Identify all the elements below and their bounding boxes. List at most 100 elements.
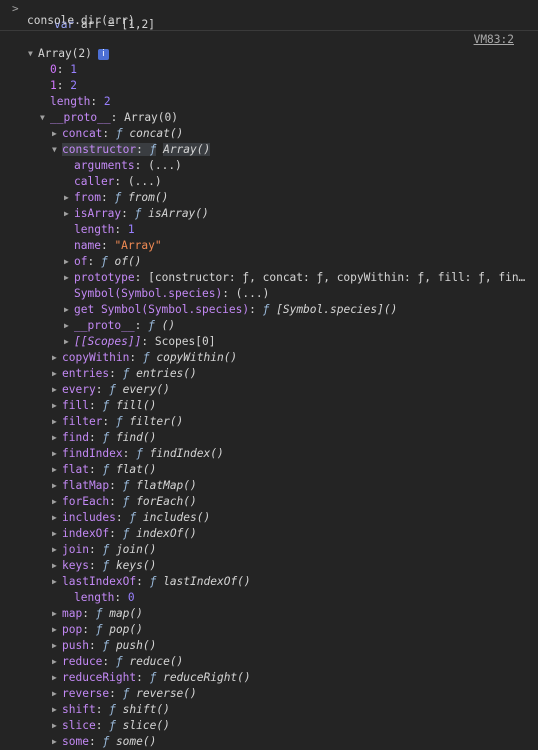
source-link[interactable]: VM83:2 bbox=[474, 33, 514, 46]
expand-right-icon[interactable]: ▶ bbox=[52, 686, 62, 702]
expand-right-icon[interactable]: ▶ bbox=[52, 430, 62, 446]
expand-down-icon[interactable]: ▼ bbox=[40, 110, 50, 126]
tree-row[interactable]: ▶ forEach: ƒ forEach() bbox=[0, 494, 538, 510]
info-icon[interactable]: i bbox=[97, 48, 109, 60]
expand-right-icon[interactable]: ▶ bbox=[52, 462, 62, 478]
separator: : bbox=[88, 543, 103, 556]
tree-row[interactable]: ▶ reduce: ƒ reduce() bbox=[0, 654, 538, 670]
tree-row[interactable]: ▶ copyWithin: ƒ copyWithin() bbox=[0, 350, 538, 366]
tree-row[interactable]: ▶ from: ƒ from() bbox=[0, 190, 538, 206]
expand-right-icon[interactable]: ▶ bbox=[52, 414, 62, 430]
expand-right-icon[interactable]: ▶ bbox=[64, 206, 74, 222]
expand-right-icon[interactable]: ▶ bbox=[52, 718, 62, 734]
tree-row[interactable]: ▼ __proto__: Array(0) bbox=[0, 110, 538, 126]
property-value: [Symbol.species]() bbox=[276, 303, 398, 316]
expand-right-icon[interactable]: ▶ bbox=[52, 446, 62, 462]
tree-row[interactable]: ▶ lastIndexOf: ƒ lastIndexOf() bbox=[0, 574, 538, 590]
tree-row[interactable]: ▶ filter: ƒ filter() bbox=[0, 414, 538, 430]
tree-row[interactable]: ▶ fill: ƒ fill() bbox=[0, 398, 538, 414]
tree-row[interactable]: ▶ pop: ƒ pop() bbox=[0, 622, 538, 638]
separator: : bbox=[109, 495, 123, 508]
expand-right-icon[interactable]: ▶ bbox=[64, 190, 74, 206]
expand-right-icon[interactable]: ▶ bbox=[52, 638, 62, 654]
tree-row[interactable]: ▶ flatMap: ƒ flatMap() bbox=[0, 478, 538, 494]
property-value: includes() bbox=[142, 511, 211, 524]
tree-row[interactable]: ▶ __proto__: ƒ () bbox=[0, 318, 538, 334]
expand-down-icon[interactable]: ▼ bbox=[28, 46, 38, 62]
code-line-2[interactable]: console.dir(arr) bbox=[27, 13, 135, 29]
expand-right-icon[interactable]: ▶ bbox=[64, 334, 74, 350]
function-glyph-icon: ƒ bbox=[149, 671, 157, 684]
separator: : bbox=[88, 559, 103, 572]
tree-row[interactable]: ▶ flat: ƒ flat() bbox=[0, 462, 538, 478]
expand-right-icon[interactable]: ▶ bbox=[52, 366, 62, 382]
expand-right-icon[interactable]: ▶ bbox=[52, 350, 62, 366]
expand-down-icon[interactable]: ▼ bbox=[52, 142, 62, 158]
tree-row[interactable]: ▶ findIndex: ƒ findIndex() bbox=[0, 446, 538, 462]
tree-row[interactable]: ▶ find: ƒ find() bbox=[0, 430, 538, 446]
tree-row[interactable]: ▶ concat: ƒ concat() bbox=[0, 126, 538, 142]
property-key: shift bbox=[62, 703, 96, 716]
tree-row: name: "Array" bbox=[0, 238, 538, 254]
property-key: length bbox=[74, 223, 115, 236]
expand-right-icon[interactable]: ▶ bbox=[52, 398, 62, 414]
expand-right-icon[interactable]: ▶ bbox=[52, 654, 62, 670]
separator: : bbox=[109, 527, 123, 540]
expand-right-icon[interactable]: ▶ bbox=[52, 670, 62, 686]
property-key: get Symbol(Symbol.species) bbox=[74, 303, 250, 316]
expand-right-icon[interactable]: ▶ bbox=[52, 606, 62, 622]
property-value: push() bbox=[115, 639, 157, 652]
separator: : bbox=[222, 287, 236, 300]
console-input-block[interactable]: > var arr = [1,2] console.dir(arr) bbox=[0, 0, 538, 31]
expand-right-icon[interactable]: ▶ bbox=[64, 270, 74, 286]
property-value: 1 bbox=[127, 223, 135, 236]
tree-row[interactable]: ▶ [[Scopes]]: Scopes[0] bbox=[0, 334, 538, 350]
expand-right-icon[interactable]: ▶ bbox=[52, 494, 62, 510]
tree-row[interactable]: ▶ indexOf: ƒ indexOf() bbox=[0, 526, 538, 542]
tree-row[interactable]: ▼ Array(2) i bbox=[0, 46, 538, 62]
expand-right-icon[interactable]: ▶ bbox=[52, 574, 62, 590]
property-key: prototype bbox=[74, 271, 135, 284]
property-key: 0 bbox=[50, 63, 57, 76]
tree-row[interactable]: ▶ reduceRight: ƒ reduceRight() bbox=[0, 670, 538, 686]
expand-right-icon[interactable]: ▶ bbox=[64, 318, 74, 334]
expand-right-icon[interactable]: ▶ bbox=[52, 542, 62, 558]
expand-right-icon[interactable]: ▶ bbox=[52, 702, 62, 718]
tree-row[interactable]: ▶ keys: ƒ keys() bbox=[0, 558, 538, 574]
property-value: 1 bbox=[70, 63, 77, 76]
tree-row[interactable]: ▶ every: ƒ every() bbox=[0, 382, 538, 398]
property-key: keys bbox=[62, 559, 89, 572]
property-key: name bbox=[74, 239, 101, 252]
expand-right-icon[interactable]: ▶ bbox=[52, 558, 62, 574]
expand-right-icon[interactable]: ▶ bbox=[52, 382, 62, 398]
tree-row[interactable]: ▶ isArray: ƒ isArray() bbox=[0, 206, 538, 222]
expand-right-icon[interactable]: ▶ bbox=[52, 126, 62, 142]
expand-right-icon[interactable]: ▶ bbox=[52, 734, 62, 750]
expand-right-icon[interactable]: ▶ bbox=[52, 510, 62, 526]
property-key: [[Scopes]] bbox=[74, 335, 142, 348]
expand-right-icon[interactable]: ▶ bbox=[64, 254, 74, 270]
tree-row[interactable]: ▶ of: ƒ of() bbox=[0, 254, 538, 270]
tree-row[interactable]: ▶ slice: ƒ slice() bbox=[0, 718, 538, 734]
property-value: entries() bbox=[136, 367, 197, 380]
expand-right-icon[interactable]: ▶ bbox=[52, 526, 62, 542]
property-value: "Array" bbox=[114, 239, 162, 252]
tree-row: caller: (...) bbox=[0, 174, 538, 190]
tree-row[interactable]: ▶ map: ƒ map() bbox=[0, 606, 538, 622]
tree-row[interactable]: ▶ reverse: ƒ reverse() bbox=[0, 686, 538, 702]
tree-row[interactable]: ▶ prototype: [constructor: ƒ, concat: ƒ, … bbox=[0, 270, 538, 286]
tree-row[interactable]: ▶ shift: ƒ shift() bbox=[0, 702, 538, 718]
tree-row: Symbol(Symbol.species): (...) bbox=[0, 286, 538, 302]
tree-row[interactable]: ▶ includes: ƒ includes() bbox=[0, 510, 538, 526]
tree-row[interactable]: ▶ entries: ƒ entries() bbox=[0, 366, 538, 382]
expand-right-icon[interactable]: ▶ bbox=[52, 622, 62, 638]
property-value: Array(0) bbox=[124, 111, 178, 124]
tree-row[interactable]: ▶ some: ƒ some() bbox=[0, 734, 538, 750]
expand-right-icon[interactable]: ▶ bbox=[64, 302, 74, 318]
tree-row[interactable]: ▼ constructor: ƒ Array() bbox=[0, 142, 538, 158]
function-glyph-icon: ƒ bbox=[129, 511, 137, 524]
expand-right-icon[interactable]: ▶ bbox=[52, 478, 62, 494]
tree-row[interactable]: ▶ get Symbol(Symbol.species): ƒ [Symbol.s… bbox=[0, 302, 538, 318]
tree-row[interactable]: ▶ push: ƒ push() bbox=[0, 638, 538, 654]
tree-row[interactable]: ▶ join: ƒ join() bbox=[0, 542, 538, 558]
